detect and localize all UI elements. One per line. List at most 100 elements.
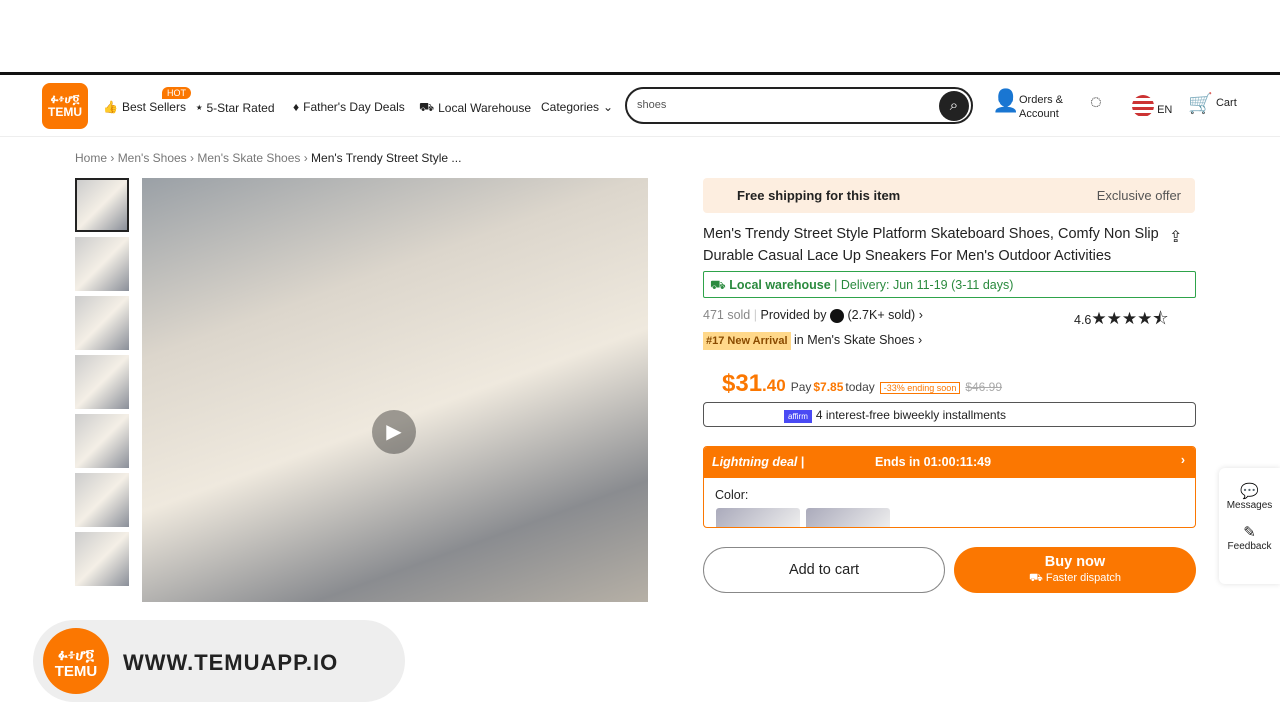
messages-label: Messages: [1226, 500, 1273, 511]
installments-box[interactable]: affirm 4 interest-free biweekly installme…: [703, 402, 1196, 427]
crumb-home[interactable]: Home: [75, 151, 107, 165]
local-warehouse-box: ⛟ Local warehouse | Delivery: Jun 11-19 …: [703, 271, 1196, 298]
feedback-label: Feedback: [1227, 541, 1272, 552]
pay-label: Pay: [790, 380, 812, 394]
nav-5-star-rated[interactable]: ⭑ 5-Star Rated: [196, 100, 275, 115]
message-icon: 💬: [1240, 483, 1259, 500]
installments-text: 4 interest-free biweekly installments: [815, 408, 1006, 422]
lang-label: EN: [1157, 103, 1173, 116]
color-swatch[interactable]: [716, 508, 800, 527]
feedback-icon: ✎: [1243, 524, 1256, 541]
delivery-text: Delivery: Jun 11-19 (3-11 days): [840, 278, 1014, 292]
deal-countdown: Ends in 01:00:11:49: [875, 455, 992, 469]
pay-amount: $7.85: [813, 380, 844, 394]
search-button[interactable]: ⌕: [939, 91, 969, 121]
nav-local-warehouse[interactable]: ⛟ Local Warehouse: [419, 100, 531, 116]
affirm-logo: affirm: [784, 410, 812, 423]
cart-label: Cart: [1215, 97, 1237, 109]
temu-logo: ፉ፥ሆ፬ TEMU: [43, 628, 109, 694]
add-to-cart-button[interactable]: Add to cart: [703, 547, 945, 593]
deal-header[interactable]: Lightning deal | Ends in 01:00:11:49 ›: [704, 447, 1195, 478]
nav-label: Categories: [541, 100, 600, 114]
nav-categories[interactable]: Categories ⌄: [541, 100, 613, 114]
orders-label: Orders &: [1019, 94, 1064, 106]
seller-info: 471 sold | Provided by (2.7K+ sold) ›: [703, 308, 923, 323]
feedback-button[interactable]: ✎ Feedback: [1219, 511, 1280, 552]
star-chat-icon: ⭑: [196, 100, 203, 114]
today-label: today: [845, 380, 875, 394]
deal-label: Lightning deal: [712, 455, 798, 469]
nav-best-sellers[interactable]: 👍 Best Sellers: [103, 100, 186, 114]
seller-sold[interactable]: (2.7K+ sold): [847, 308, 915, 322]
user-icon[interactable]: 👤: [992, 90, 1019, 112]
free-shipping-banner: Free shipping for this item Exclusive off…: [703, 178, 1195, 213]
price-cents: .40: [762, 376, 786, 395]
logo-text: TEMU: [48, 105, 82, 119]
orders-account-link[interactable]: Orders & Account: [1019, 93, 1063, 121]
rating-value: 4.6: [1074, 313, 1092, 327]
sold-count: 471 sold: [703, 308, 751, 322]
rank-text: in Men's Skate Shoes: [794, 333, 915, 347]
original-price: $46.99: [965, 380, 1003, 394]
tie-icon: ♦: [293, 100, 300, 114]
faster-dispatch: Faster dispatch: [1045, 572, 1122, 584]
cart-link[interactable]: 🛒 Cart: [1188, 94, 1237, 114]
thumbnail[interactable]: [75, 473, 129, 527]
crumb-mens-shoes[interactable]: Men's Shoes: [118, 151, 187, 165]
discount-badge: -33% ending soon: [879, 382, 961, 394]
star-rating-icon: ★★★★⯪: [1091, 309, 1169, 328]
nav-label: Local Warehouse: [438, 101, 532, 115]
thumbnail[interactable]: [75, 237, 129, 291]
thumbnail-list: [75, 178, 129, 591]
logo-glyphs: ፉ፥ሆ፬: [57, 647, 95, 664]
product-title: Men's Trendy Street Style Platform Skate…: [703, 226, 1159, 264]
free-shipping-text: Free shipping for this item: [737, 188, 901, 203]
rating[interactable]: 4.6★★★★⯪: [1074, 306, 1168, 335]
side-panel: 💬 Messages ✎ Feedback: [1219, 468, 1280, 584]
thumbnail[interactable]: [75, 414, 129, 468]
thumbnail[interactable]: [75, 296, 129, 350]
search-input[interactable]: shoes ⌕: [625, 87, 973, 124]
rank-badge: #17 New Arrival: [703, 332, 791, 350]
nav-label: Best Sellers: [121, 100, 186, 114]
rank[interactable]: #17 New Arrival in Men's Skate Shoes ›: [703, 332, 922, 350]
logo-glyphs: ፉ፥ሆ፬: [50, 92, 80, 106]
messages-button[interactable]: 💬 Messages: [1219, 468, 1280, 511]
color-swatch[interactable]: [806, 508, 890, 527]
language-selector[interactable]: EN: [1132, 95, 1173, 121]
buy-now-button[interactable]: Buy now ⛟ Faster dispatch: [954, 547, 1196, 593]
logo-text: TEMU: [54, 663, 98, 680]
price-dollars: $31: [722, 370, 763, 397]
temu-logo[interactable]: ፉ፥ሆ፬ TEMU: [42, 83, 88, 129]
truck-icon: ⛟: [1028, 572, 1043, 584]
cart-icon: 🛒: [1188, 93, 1213, 115]
chevron-down-icon: ⌄: [603, 100, 614, 114]
crumb-current: Men's Trendy Street Style ...: [311, 151, 462, 165]
chevron-right-icon: ›: [1180, 453, 1185, 467]
provided-by: Provided by: [760, 308, 827, 322]
crumb-skate-shoes[interactable]: Men's Skate Shoes: [197, 151, 300, 165]
header: ፉ፥ሆ፬ TEMU HOT 👍 Best Sellers ⭑ 5-Star Rated…: [0, 75, 1280, 137]
truck-icon: ⛟: [710, 278, 726, 292]
us-flag-icon: [1132, 95, 1154, 117]
thumbnail[interactable]: [75, 178, 129, 232]
product-image[interactable]: ▶: [142, 178, 648, 602]
search-value: shoes: [637, 99, 667, 111]
nav-fathers-day[interactable]: ♦ Father's Day Deals: [293, 100, 405, 114]
truck-icon: ⛟: [419, 100, 435, 114]
breadcrumb: Home › Men's Shoes › Men's Skate Shoes ›…: [75, 151, 462, 165]
color-label: Color:: [715, 488, 749, 502]
nav-label: 5-Star Rated: [206, 100, 275, 115]
hot-badge: HOT: [162, 87, 191, 99]
thumbnail[interactable]: [75, 532, 129, 586]
thumbs-up-icon: 👍: [103, 100, 118, 114]
play-icon[interactable]: ▶: [372, 410, 416, 454]
seller-avatar[interactable]: [829, 308, 844, 323]
thumbnail[interactable]: [75, 355, 129, 409]
nav-label: Father's Day Deals: [303, 100, 405, 114]
share-icon[interactable]: ⇪: [1169, 227, 1182, 247]
promo-banner: ፉ፥ሆ፬ TEMU WWW.TEMUAPP.IO: [33, 620, 405, 702]
search-icon: ⌕: [949, 97, 959, 114]
account-label: Account: [1019, 108, 1059, 120]
chat-icon[interactable]: ◌: [1090, 92, 1102, 112]
